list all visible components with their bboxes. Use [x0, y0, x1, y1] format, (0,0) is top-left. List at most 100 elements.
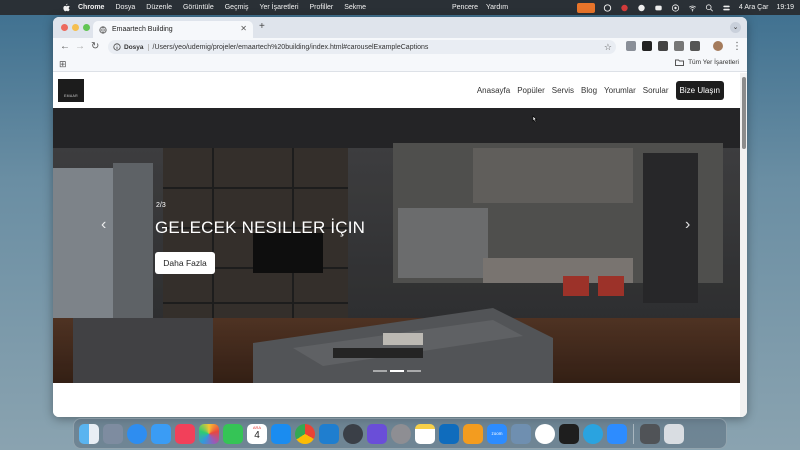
apps-grid-icon[interactable]: ⊞: [59, 59, 67, 70]
menu-dosya[interactable]: Dosya: [115, 4, 135, 11]
notes-icon[interactable]: [415, 423, 435, 444]
zoom-video-icon[interactable]: [607, 423, 627, 444]
nav-link-populer[interactable]: Popüler: [517, 86, 545, 95]
tab-search-chevron-icon[interactable]: ⌄: [730, 22, 741, 33]
forward-arrow-icon[interactable]: →: [75, 41, 85, 53]
address-url[interactable]: /Users/yeo/udemig/projeler/emaartech%20b…: [153, 44, 429, 51]
imovie-icon[interactable]: [367, 423, 387, 444]
zoom-icon[interactable]: zoom: [487, 423, 507, 444]
menu-yer-isaretleri[interactable]: Yer İşaretleri: [259, 4, 298, 11]
back-arrow-icon[interactable]: ←: [60, 41, 70, 53]
extension-icon-1[interactable]: [626, 41, 636, 51]
calculator-icon[interactable]: [640, 423, 660, 444]
outlook-icon[interactable]: [439, 423, 459, 444]
macos-dock: ARA 4 zoom: [73, 418, 727, 449]
status-icon-2[interactable]: [637, 4, 646, 12]
telegram-icon[interactable]: [583, 423, 603, 444]
status-icon-4[interactable]: [671, 3, 680, 12]
nav-link-anasayfa[interactable]: Anasayfa: [477, 86, 510, 95]
chrome-icon[interactable]: [295, 423, 315, 444]
nav-link-blog[interactable]: Blog: [581, 86, 597, 95]
zoom-label: zoom: [491, 431, 503, 436]
menu-app-name[interactable]: Chrome: [78, 4, 104, 11]
site-navbar: Anasayfa Popüler Servis Blog Yorumlar So…: [477, 81, 724, 100]
minimize-window-button[interactable]: [72, 24, 79, 31]
apple-icon[interactable]: [62, 3, 70, 12]
tab-title: Emaartech Building: [112, 26, 173, 33]
nav-link-servis[interactable]: Servis: [552, 86, 574, 95]
terminal-icon[interactable]: [559, 423, 579, 444]
extension-icon-2[interactable]: [642, 41, 652, 51]
slide-counter: 2/3: [156, 202, 166, 209]
menu-sekme[interactable]: Sekme: [344, 4, 366, 11]
all-bookmarks[interactable]: Tüm Yer İşaretleri: [675, 59, 739, 66]
folder-icon: [675, 59, 685, 66]
carousel-indicator-1[interactable]: [373, 370, 387, 372]
nav-link-yorumlar[interactable]: Yorumlar: [604, 86, 636, 95]
web-page: EMAAR Anasayfa Popüler Servis Blog Yorum…: [53, 73, 740, 417]
all-bookmarks-label: Tüm Yer İşaretleri: [688, 59, 739, 66]
preview-icon[interactable]: [511, 423, 531, 444]
menu-profiller[interactable]: Profiller: [310, 4, 334, 11]
hero-carousel[interactable]: 2/3 GELECEK NESILLER İÇIN Daha Fazla ‹ ›: [53, 108, 740, 383]
app-store-icon[interactable]: [271, 423, 291, 444]
browser-tab[interactable]: Emaartech Building ✕: [93, 21, 253, 38]
dock-separator: [633, 423, 634, 444]
reload-icon[interactable]: ↻: [91, 41, 99, 53]
quicktime-icon[interactable]: [343, 423, 363, 444]
photos-icon[interactable]: [199, 423, 219, 444]
address-bar[interactable]: Dosya /Users/yeo/udemig/projeler/emaarte…: [108, 40, 616, 54]
microphone-indicator-icon[interactable]: [576, 2, 595, 13]
new-tab-button[interactable]: +: [259, 21, 265, 32]
contact-button[interactable]: Bize Ulaşın: [675, 81, 724, 100]
calendar-day: 4: [254, 429, 260, 441]
menu-duzenle[interactable]: Düzenle: [146, 4, 172, 11]
carousel-prev-icon[interactable]: ‹: [101, 216, 106, 234]
bookmarks-bar: ⊞ Tüm Yer İşaretleri: [53, 56, 747, 72]
facetime-icon[interactable]: [223, 423, 243, 444]
status-icon-3[interactable]: [654, 4, 663, 12]
zoom-window-button[interactable]: [83, 24, 90, 31]
menubar-time[interactable]: 19:19: [776, 4, 794, 11]
more-menu-icon[interactable]: ⋮: [732, 41, 742, 53]
close-tab-icon[interactable]: ✕: [240, 24, 247, 33]
page-scrollbar-thumb[interactable]: [742, 77, 746, 149]
info-icon[interactable]: [113, 43, 121, 51]
menubar-date[interactable]: 4 Ara Çar: [739, 4, 769, 11]
profile-avatar[interactable]: [713, 41, 723, 51]
github-icon[interactable]: [535, 423, 555, 444]
launchpad-icon[interactable]: [103, 423, 123, 444]
status-icon-1[interactable]: [603, 3, 612, 12]
calendar-icon[interactable]: ARA 4: [247, 423, 267, 444]
site-logo[interactable]: EMAAR: [58, 79, 84, 102]
menu-gecmis[interactable]: Geçmiş: [225, 4, 249, 11]
extensions-puzzle-icon[interactable]: [690, 41, 700, 51]
menu-goruntule[interactable]: Görüntüle: [183, 4, 214, 11]
carousel-indicators: [373, 370, 421, 372]
finder-icon[interactable]: [79, 423, 99, 444]
carousel-next-icon[interactable]: ›: [685, 216, 690, 234]
system-settings-icon[interactable]: [391, 423, 411, 444]
menu-yardim[interactable]: Yardım: [486, 4, 508, 11]
extension-icon-3[interactable]: [658, 41, 668, 51]
bookmark-star-icon[interactable]: ☆: [604, 42, 612, 53]
menu-pencere[interactable]: Pencere: [452, 4, 478, 11]
extension-icon-4[interactable]: [674, 41, 684, 51]
record-icon[interactable]: [620, 4, 629, 12]
sketch-icon[interactable]: [463, 423, 483, 444]
globe-icon: [99, 25, 107, 34]
wifi-icon[interactable]: [688, 4, 697, 12]
control-center-icon[interactable]: [722, 4, 731, 12]
vscode-icon[interactable]: [319, 423, 339, 444]
more-button[interactable]: Daha Fazla: [155, 252, 215, 274]
mail-icon[interactable]: [151, 423, 171, 444]
search-icon[interactable]: [705, 3, 714, 12]
nav-link-sorular[interactable]: Sorular: [643, 86, 669, 95]
music-icon[interactable]: [175, 423, 195, 444]
trash-icon[interactable]: [664, 423, 684, 444]
carousel-indicator-2[interactable]: [390, 370, 404, 372]
close-window-button[interactable]: [61, 24, 68, 31]
safari-icon[interactable]: [127, 423, 147, 444]
carousel-indicator-3[interactable]: [407, 370, 421, 372]
browser-toolbar: ← → ↻ Dosya /Users/yeo/udemig/projeler/e…: [53, 38, 747, 56]
